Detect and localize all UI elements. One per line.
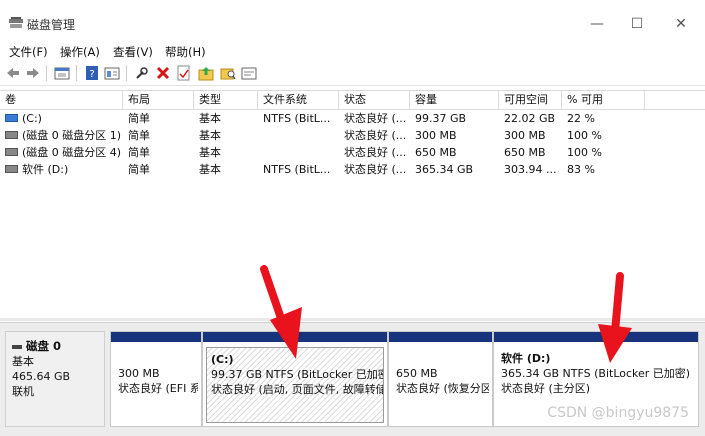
menu-file[interactable]: 文件(F) [9,44,48,60]
toolbar: ? [0,61,705,86]
cell-capacity: 99.37 GB [415,112,467,125]
cell-layout: 简单 [128,112,150,125]
cell-type: 基本 [199,129,221,142]
partition-status: 状态良好 (主分区) [501,382,591,395]
partition-label: (C:) [211,353,234,366]
disk-info[interactable]: 磁盘 0 基本 465.64 GB 联机 [5,331,105,427]
volume-icon [5,148,18,156]
rescan-icon[interactable] [134,65,150,81]
cell-free: 300 MB [504,129,546,142]
table-row[interactable]: (C:) 简单 基本 NTFS (BitL... 状态良好 (... 99.37… [0,110,705,127]
cell-layout: 简单 [128,163,150,176]
partition-recovery[interactable]: 650 MB 状态良好 (恢复分区 [388,331,493,427]
cell-volume: (磁盘 0 磁盘分区 4) [22,146,122,159]
table-row[interactable]: (磁盘 0 磁盘分区 1) 简单 基本 状态良好 (... 300 MB 300… [0,127,705,144]
watermark: CSDN @bingyu9875 [547,405,689,421]
search-folder-icon[interactable] [220,65,236,81]
volume-icon [5,165,18,173]
menu-help[interactable]: 帮助(H) [165,44,206,60]
cell-filesystem: NTFS (BitL... [263,163,331,176]
cell-filesystem [258,144,339,161]
cell-type: 基本 [199,146,221,159]
table-row[interactable]: (磁盘 0 磁盘分区 4) 简单 基本 状态良好 (... 650 MB 650… [0,144,705,161]
back-icon[interactable] [5,65,21,81]
partition-cap [389,332,492,342]
partition-efi[interactable]: 300 MB 状态良好 (EFI 系 [110,331,202,427]
disk-management-icon [9,17,23,28]
title-bar: 磁盘管理 — ☐ ✕ [0,0,705,40]
col-filesystem[interactable]: 文件系统 [258,91,339,109]
cell-volume: 软件 (D:) [22,163,69,176]
cell-layout: 简单 [128,146,150,159]
cell-filesystem: NTFS (BitL... [263,112,331,125]
close-button[interactable]: ✕ [661,10,701,38]
red-arrow-icon [260,265,302,359]
partition-status: 状态良好 (恢复分区 [396,382,489,395]
partition-size: 650 MB [396,367,438,380]
table-row[interactable]: 软件 (D:) 简单 基本 NTFS (BitL... 状态良好 (... 36… [0,161,705,178]
cell-status: 状态良好 (... [344,146,407,159]
col-volume[interactable]: 卷 [0,91,123,109]
delete-icon[interactable] [155,65,171,81]
cell-pct-free: 83 % [567,163,595,176]
maximize-button[interactable]: ☐ [617,10,657,38]
cell-filesystem [258,127,339,144]
col-pct-free[interactable]: % 可用 [562,91,645,109]
cell-pct-free: 100 % [567,146,602,159]
partition-size: 300 MB [118,367,160,380]
partition-cap [111,332,201,342]
cell-volume: (磁盘 0 磁盘分区 1) [22,129,122,142]
help-icon[interactable]: ? [84,65,100,81]
disk-size: 465.64 GB [12,370,71,383]
disk-state: 联机 [12,385,34,398]
table-header: 卷 布局 类型 文件系统 状态 容量 可用空间 % 可用 [0,91,705,110]
cell-type: 基本 [199,112,221,125]
disk-name: 磁盘 0 [26,339,62,353]
forward-icon[interactable] [25,65,41,81]
cell-capacity: 300 MB [415,129,457,142]
partition-label [118,351,194,366]
cell-type: 基本 [199,163,221,176]
partition-size: 365.34 GB NTFS (BitLocker 已加密) [501,367,691,380]
disk-icon [12,344,22,349]
volume-icon [5,131,18,139]
partition-status: 状态良好 (启动, 页面文件, 故障转储 [211,383,384,396]
menu-bar: 文件(F) 操作(A) 查看(V) 帮助(H) [0,40,705,60]
minimize-button[interactable]: — [577,10,617,38]
cell-pct-free: 100 % [567,129,602,142]
cell-free: 303.94 ... [504,163,557,176]
window-title: 磁盘管理 [27,18,76,32]
col-status[interactable]: 状态 [339,91,410,109]
cell-status: 状态良好 (... [344,112,407,125]
volume-icon [5,114,18,122]
col-type[interactable]: 类型 [194,91,258,109]
menu-action[interactable]: 操作(A) [60,44,100,60]
col-layout[interactable]: 布局 [123,91,194,109]
partition-label: 软件 (D:) [501,352,551,365]
partition-size: 99.37 GB NTFS (BitLocker 已加密) [211,368,384,381]
disk-type: 基本 [12,355,34,368]
cell-layout: 简单 [128,129,150,142]
folder-up-icon[interactable] [198,65,214,81]
disk-list-icon[interactable] [54,65,70,81]
svg-text:?: ? [89,69,94,80]
check-icon[interactable] [176,65,192,81]
cell-volume: (C:) [22,112,42,125]
partition-label [396,351,485,366]
cell-capacity: 650 MB [415,146,457,159]
cell-capacity: 365.34 GB [415,163,474,176]
properties-icon[interactable] [104,65,120,81]
cell-free: 650 MB [504,146,546,159]
red-arrow-icon [598,272,632,363]
col-free[interactable]: 可用空间 [499,91,562,109]
partition-status: 状态良好 (EFI 系 [118,382,198,395]
refresh-icon[interactable] [241,65,257,81]
cell-status: 状态良好 (... [344,163,407,176]
menu-view[interactable]: 查看(V) [113,44,153,60]
cell-status: 状态良好 (... [344,129,407,142]
col-capacity[interactable]: 容量 [410,91,499,109]
cell-pct-free: 22 % [567,112,595,125]
cell-free: 22.02 GB [504,112,556,125]
